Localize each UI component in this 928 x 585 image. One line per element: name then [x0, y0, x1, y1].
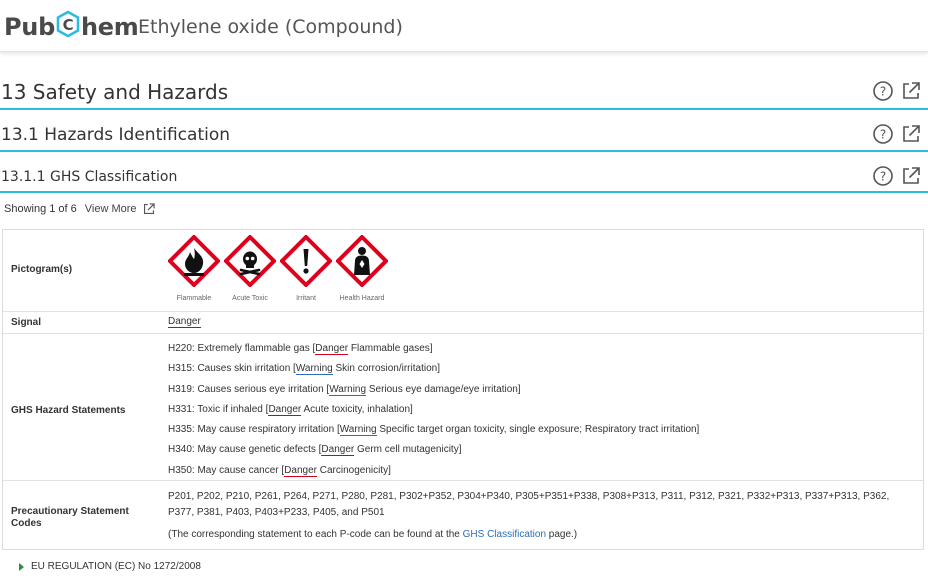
pictogram-acute-toxic[interactable]: Acute Toxic	[222, 235, 278, 302]
ghs-skull-icon	[224, 235, 276, 287]
hazard-statement: H331: Toxic if inhaled [Danger Acute tox…	[168, 403, 699, 423]
expand-triangle-icon	[19, 562, 24, 571]
hazard-text: H350: May cause cancer [	[168, 464, 285, 476]
section-ghs-classification: 13.1.1 GHS Classification ?	[0, 165, 928, 193]
view-more-label: View More	[84, 203, 137, 215]
hazard-signal-word: Danger	[268, 403, 302, 416]
showing-text: Showing 1 of 6	[4, 203, 77, 215]
external-link-icon[interactable]	[900, 165, 922, 187]
table-row-pictograms: Pictogram(s) Flammable Acute Toxic Irrit…	[3, 230, 923, 312]
help-circle-icon[interactable]: ?	[872, 165, 894, 187]
hazard-statement: H220: Extremely flammable gas [Danger Fl…	[168, 342, 699, 362]
precautionary-note: (The corresponding statement to each P-c…	[168, 527, 916, 543]
hazard-statement: H340: May cause genetic defects [Danger …	[168, 443, 699, 463]
external-link-icon[interactable]	[900, 123, 922, 145]
hazard-text: H335: May cause respiratory irritation [	[168, 424, 340, 436]
hazard-category: Flammable gases]	[348, 343, 433, 354]
table-row-hazard-statements: GHS Hazard Statements H220: Extremely fl…	[3, 334, 923, 481]
hazard-category: Germ cell mutagenicity]	[354, 444, 462, 456]
hazard-text: H319: Causes serious eye irritation [	[168, 383, 330, 395]
hazard-category: Carcinogenicity]	[316, 464, 391, 476]
compound-title: Ethylene oxide (Compound)	[138, 16, 403, 38]
hazard-statement: H315: Causes skin irritation [Warning Sk…	[168, 362, 699, 382]
external-link-icon	[143, 203, 155, 215]
ghs-classification-link[interactable]: GHS Classification	[463, 529, 546, 540]
row-label: Precautionary Statement Codes	[11, 506, 129, 529]
hazard-category: Skin corrosion/irritation]	[332, 363, 440, 375]
section-hazards-identification: 13.1 Hazards Identification ?	[0, 122, 928, 152]
help-circle-icon[interactable]: ?	[872, 80, 894, 102]
section-title: 13.1 Hazards Identification	[1, 125, 231, 145]
hazard-text: H220: Extremely flammable gas [	[168, 343, 316, 354]
ghs-table: Pictogram(s) Flammable Acute Toxic Irrit…	[2, 229, 924, 550]
showing-count: Showing 1 of 6 View More	[4, 202, 156, 216]
note-text-before: (The corresponding statement to each P-c…	[168, 529, 463, 540]
pubchem-logo[interactable]: Pub C hem	[4, 10, 139, 44]
hazard-statement: H335: May cause respiratory irritation […	[168, 423, 699, 443]
eu-regulation-toggle[interactable]: EU REGULATION (EC) No 1272/2008	[19, 561, 201, 572]
help-circle-icon[interactable]: ?	[872, 123, 894, 145]
pictogram-caption: Acute Toxic	[232, 295, 268, 302]
hazard-signal-word: Danger	[284, 464, 317, 477]
pictogram-irritant[interactable]: Irritant	[278, 235, 334, 302]
logo-hexagon-icon: C	[56, 10, 80, 44]
svg-text:?: ?	[880, 128, 886, 142]
eu-regulation-label: EU REGULATION (EC) No 1272/2008	[31, 561, 201, 572]
row-label: Pictogram(s)	[11, 264, 73, 275]
pictogram-caption: Health Hazard	[339, 295, 385, 302]
section-title: 13 Safety and Hazards	[1, 80, 229, 104]
ghs-flame-icon	[168, 235, 220, 287]
hazard-signal-word: Warning	[339, 424, 377, 437]
hazard-category: Acute toxicity, inhalation]	[301, 403, 413, 415]
precautionary-codes: P201, P202, P210, P261, P264, P271, P280…	[168, 491, 890, 518]
svg-text:?: ?	[880, 85, 886, 99]
view-more-link[interactable]: View More	[85, 202, 156, 216]
hazard-statement: H319: Causes serious eye irritation [War…	[168, 383, 699, 403]
hazard-text: H331: Toxic if inhaled [	[168, 403, 269, 415]
hazard-signal-word: Danger	[321, 444, 355, 457]
table-row-precautionary: Precautionary Statement Codes P201, P202…	[3, 481, 923, 550]
pictogram-flammable[interactable]: Flammable	[166, 235, 222, 302]
hazard-category: Specific target organ toxicity, single e…	[376, 424, 700, 436]
hazard-text: H340: May cause genetic defects [	[168, 444, 322, 456]
ghs-health-hazard-icon	[336, 235, 388, 287]
ghs-exclamation-icon	[280, 235, 332, 287]
hazard-signal-word: Warning	[295, 363, 333, 376]
section-title: 13.1.1 GHS Classification	[1, 169, 178, 185]
hazard-text: H315: Causes skin irritation [	[168, 363, 296, 375]
header-bar: Pub C hem Ethylene oxide (Compound)	[0, 0, 928, 52]
pictogram-caption: Irritant	[296, 295, 316, 302]
pictogram-health-hazard[interactable]: Health Hazard	[334, 235, 390, 302]
signal-value: Danger	[168, 316, 201, 328]
table-row-signal: Signal Danger	[3, 312, 923, 334]
hazard-signal-word: Warning	[329, 383, 367, 396]
hazard-statement-list: H220: Extremely flammable gas [Danger Fl…	[168, 342, 699, 484]
logo-text-left: Pub	[4, 13, 55, 41]
note-text-after: page.)	[546, 529, 578, 540]
row-label: Signal	[11, 317, 42, 328]
logo-hex-letter: C	[63, 16, 74, 34]
hazard-category: Serious eye damage/eye irritation]	[366, 383, 521, 395]
hazard-signal-word: Danger	[315, 343, 349, 355]
external-link-icon[interactable]	[900, 80, 922, 102]
row-label: GHS Hazard Statements	[11, 405, 126, 416]
pictogram-caption: Flammable	[176, 295, 212, 302]
section-safety-and-hazards: 13 Safety and Hazards ?	[0, 78, 928, 110]
svg-text:?: ?	[880, 170, 886, 184]
logo-text-right: hem	[80, 13, 139, 41]
